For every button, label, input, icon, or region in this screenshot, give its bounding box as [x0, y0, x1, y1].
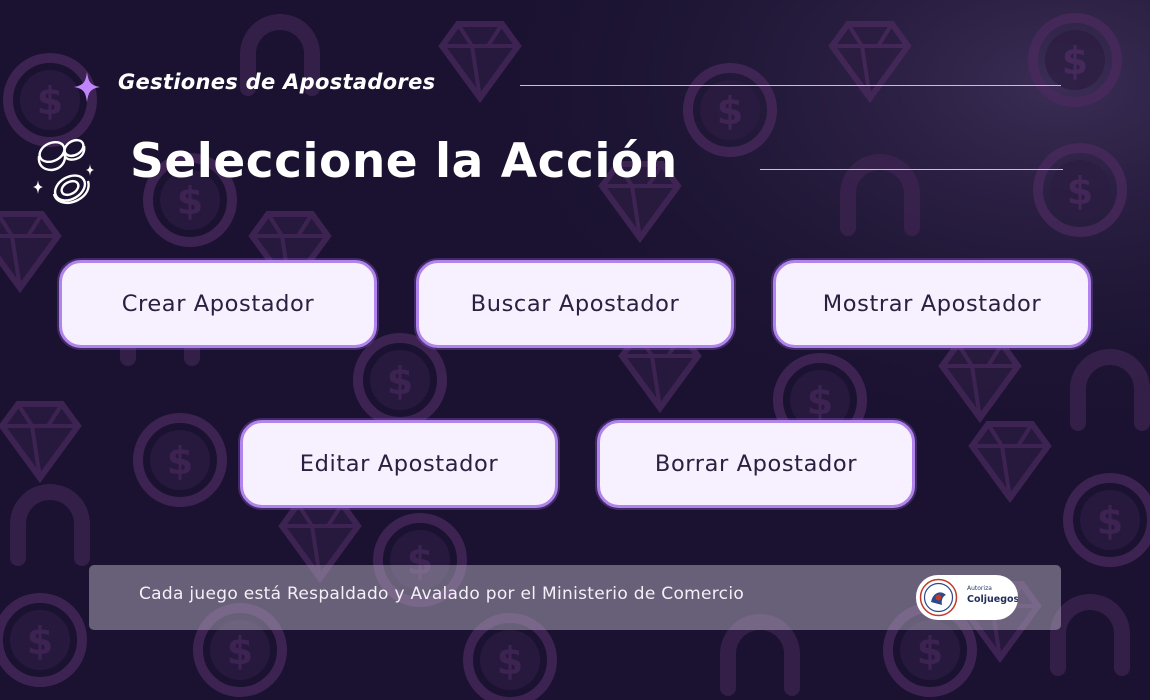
- edit-bettor-button[interactable]: Editar Apostador: [240, 420, 558, 508]
- title-divider: [760, 169, 1063, 170]
- sparkle-icon: [74, 72, 100, 102]
- show-bettor-button[interactable]: Mostrar Apostador: [773, 260, 1091, 348]
- logo-caption: Autoriza: [967, 585, 992, 592]
- footer-text: Cada juego está Respaldado y Avalado por…: [139, 584, 745, 604]
- seal-icon: [919, 578, 958, 617]
- page-title: Seleccione la Acción: [130, 134, 678, 189]
- search-bettor-button[interactable]: Buscar Apostador: [416, 260, 734, 348]
- header-divider: [520, 85, 1061, 86]
- section-subtitle: Gestiones de Apostadores: [118, 70, 436, 94]
- logo-name: Coljuegos: [967, 594, 1018, 605]
- footer-banner: Cada juego está Respaldado y Avalado por…: [89, 565, 1061, 630]
- delete-bettor-button[interactable]: Borrar Apostador: [597, 420, 915, 508]
- create-bettor-button[interactable]: Crear Apostador: [59, 260, 377, 348]
- coljuegos-logo: Autoriza Coljuegos: [916, 575, 1018, 620]
- coins-icon: [33, 138, 94, 205]
